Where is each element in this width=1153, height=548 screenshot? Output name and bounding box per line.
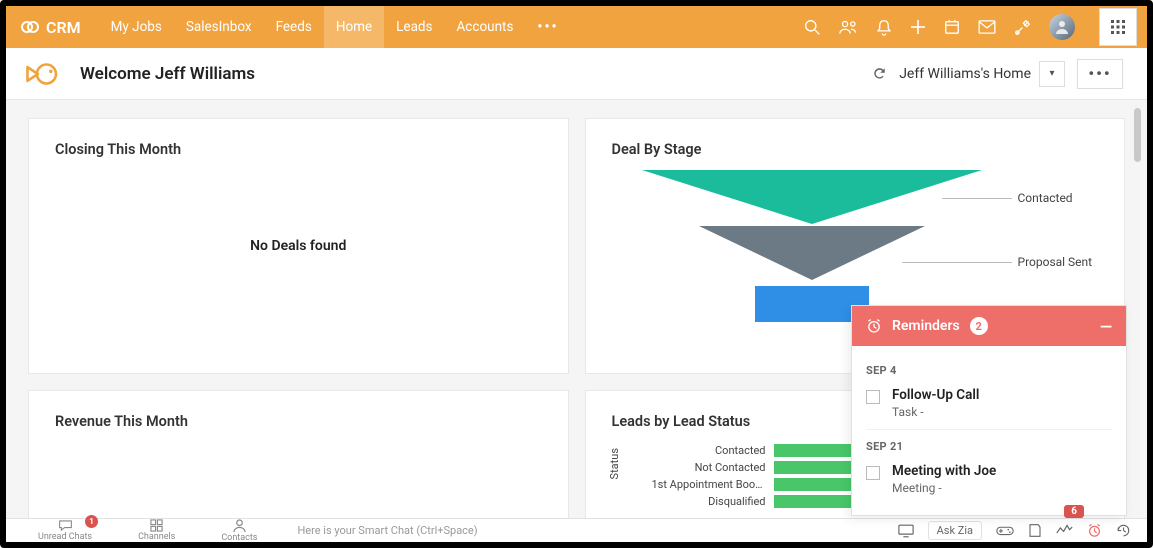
- reminders-panel: Reminders 2 — SEP 4 Follow-Up Call Task - S…: [851, 305, 1127, 516]
- top-nav: CRM My Jobs SalesInbox Feeds Home Leads …: [6, 6, 1147, 48]
- nav-icon-group: [804, 8, 1137, 46]
- nav-item-feeds[interactable]: Feeds: [264, 6, 324, 48]
- history-icon[interactable]: [1116, 523, 1131, 538]
- tools-icon[interactable]: [1014, 19, 1031, 36]
- brand-icon: [20, 17, 40, 37]
- lead-label: 1st Appointment Book...: [652, 478, 774, 491]
- apps-grid-icon[interactable]: [1099, 8, 1137, 46]
- badge: 1: [85, 515, 98, 528]
- person-icon: [233, 519, 246, 533]
- funnel-label: Contacted: [1018, 191, 1073, 205]
- lead-label: Disqualified: [652, 495, 774, 508]
- funnel-segment[interactable]: [699, 226, 925, 280]
- calendar-icon[interactable]: [944, 19, 960, 35]
- page-title: Welcome Jeff Williams: [80, 64, 255, 84]
- home-dropdown[interactable]: Jeff Williams's Home ▾: [899, 61, 1065, 87]
- nav-item-myjobs[interactable]: My Jobs: [99, 6, 174, 48]
- card-title: Deal By Stage: [612, 141, 1099, 158]
- funnel-label: Proposal Sent: [1018, 255, 1093, 269]
- bottom-tab-contacts[interactable]: Contacts: [209, 519, 269, 543]
- note-icon[interactable]: [1028, 523, 1042, 538]
- bottom-tab-label: Channels: [138, 532, 175, 542]
- nav-item-accounts[interactable]: Accounts: [445, 6, 526, 48]
- fish-icon: [24, 60, 62, 88]
- nav-item-home[interactable]: Home: [324, 6, 384, 48]
- subheader: Welcome Jeff Williams Jeff Williams's Ho…: [6, 48, 1147, 100]
- reminder-date: SEP 4: [866, 364, 1112, 377]
- nav-items: My Jobs SalesInbox Feeds Home Leads Acco…: [99, 6, 571, 48]
- reminder-date: SEP 21: [866, 440, 1112, 453]
- home-dropdown-label: Jeff Williams's Home: [899, 66, 1031, 82]
- lead-label: Contacted: [652, 444, 774, 457]
- reminder-title: Meeting with Joe: [892, 463, 996, 479]
- mail-icon[interactable]: [978, 20, 996, 34]
- chevron-down-icon: ▾: [1039, 61, 1065, 87]
- bottom-bar: 1Unread ChatsChannelsContacts Here is yo…: [6, 518, 1147, 542]
- alarm-icon[interactable]: [1087, 523, 1102, 538]
- gamepad-icon[interactable]: [996, 524, 1014, 537]
- reminders-header[interactable]: Reminders 2 —: [852, 306, 1126, 346]
- refresh-icon[interactable]: [872, 66, 887, 81]
- search-icon[interactable]: [804, 19, 821, 36]
- card-revenue-this-month: Revenue This Month: [28, 390, 569, 518]
- y-axis-label: Status: [608, 448, 621, 479]
- more-button[interactable]: •••: [1077, 59, 1123, 89]
- empty-state-text: No Deals found: [250, 238, 346, 254]
- reminders-count-badge: 2: [970, 317, 988, 335]
- bottom-tab-label: Unread Chats: [38, 532, 92, 542]
- minimize-icon[interactable]: —: [1100, 317, 1112, 336]
- reminder-subtitle: Task -: [892, 405, 979, 419]
- reminders-title: Reminders: [892, 318, 960, 334]
- activity-icon[interactable]: [1056, 524, 1073, 537]
- bottom-tab-unread-chats[interactable]: 1Unread Chats: [26, 519, 104, 542]
- monitor-icon[interactable]: [898, 524, 914, 538]
- nav-item-leads[interactable]: Leads: [384, 6, 444, 48]
- smart-chat-hint[interactable]: Here is your Smart Chat (Ctrl+Space): [297, 524, 477, 537]
- funnel-segment[interactable]: [642, 170, 982, 224]
- card-closing-this-month: Closing This Month No Deals found: [28, 118, 569, 374]
- reminder-checkbox[interactable]: [866, 390, 880, 404]
- nav-item-salesinbox[interactable]: SalesInbox: [174, 6, 264, 48]
- bottom-tab-label: Contacts: [221, 533, 257, 543]
- reminder-title: Follow-Up Call: [892, 387, 979, 403]
- bottom-tab-channels[interactable]: Channels: [126, 519, 187, 542]
- plus-icon[interactable]: [910, 19, 926, 35]
- avatar[interactable]: [1049, 14, 1075, 40]
- ask-zia-button[interactable]: Ask Zia: [928, 521, 982, 540]
- reminder-subtitle: Meeting -: [892, 481, 996, 495]
- scrollbar[interactable]: [1134, 108, 1141, 162]
- reminders-badge: 6: [1064, 505, 1084, 518]
- brand[interactable]: CRM: [20, 17, 81, 37]
- reminder-item[interactable]: Follow-Up Call Task -: [866, 383, 1112, 430]
- grid-icon: [150, 519, 163, 532]
- people-icon[interactable]: [839, 19, 858, 36]
- lead-label: Not Contacted: [652, 461, 774, 474]
- card-title: Closing This Month: [55, 141, 542, 158]
- bell-icon[interactable]: [876, 19, 892, 36]
- brand-text: CRM: [46, 18, 81, 37]
- chat-icon: [58, 519, 73, 532]
- card-title: Revenue This Month: [55, 413, 542, 430]
- alarm-icon: [866, 318, 882, 334]
- reminder-checkbox[interactable]: [866, 466, 880, 480]
- nav-more-icon[interactable]: •••: [525, 19, 570, 35]
